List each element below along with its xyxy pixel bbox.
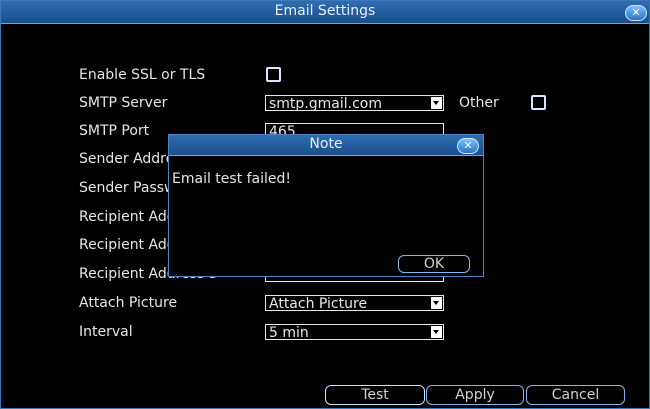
interval-label: Interval — [79, 324, 133, 340]
note-title: Note — [309, 136, 343, 152]
smtp-port-label: SMTP Port — [79, 123, 150, 139]
smtp-server-select[interactable]: smtp.gmail.com — [265, 95, 444, 112]
note-dialog: Note ✕ Email test failed! OK — [168, 134, 484, 277]
attach-label: Attach Picture — [79, 295, 178, 311]
close-icon[interactable]: ✕ — [625, 5, 647, 21]
smtp-server-value: smtp.gmail.com — [269, 96, 382, 112]
recipient1-label: Recipient Add — [79, 209, 176, 225]
chevron-down-icon[interactable] — [431, 326, 442, 338]
note-titlebar: Note ✕ — [169, 135, 483, 156]
apply-button[interactable]: Apply — [426, 385, 524, 405]
window-titlebar: Email Settings ✕ — [1, 1, 649, 24]
ssl-label: Enable SSL or TLS — [79, 67, 206, 83]
cancel-button[interactable]: Cancel — [526, 385, 625, 405]
ssl-checkbox[interactable] — [266, 67, 281, 82]
attach-value: Attach Picture — [269, 296, 368, 312]
other-label: Other — [459, 95, 499, 111]
chevron-down-icon[interactable] — [431, 97, 442, 109]
close-icon[interactable]: ✕ — [457, 138, 479, 154]
note-message: Email test failed! — [172, 171, 292, 187]
ok-button[interactable]: OK — [398, 255, 470, 273]
other-checkbox[interactable] — [531, 95, 546, 110]
smtp-server-label: SMTP Server — [79, 95, 168, 111]
interval-value: 5 min — [269, 325, 309, 341]
test-button[interactable]: Test — [325, 385, 425, 405]
recipient2-label: Recipient Add — [79, 237, 176, 253]
window-title: Email Settings — [274, 3, 376, 19]
chevron-down-icon[interactable] — [431, 297, 442, 309]
interval-select[interactable]: 5 min — [265, 324, 444, 341]
sender-address-label: Sender Addres — [79, 151, 182, 167]
attach-select[interactable]: Attach Picture — [265, 295, 444, 312]
